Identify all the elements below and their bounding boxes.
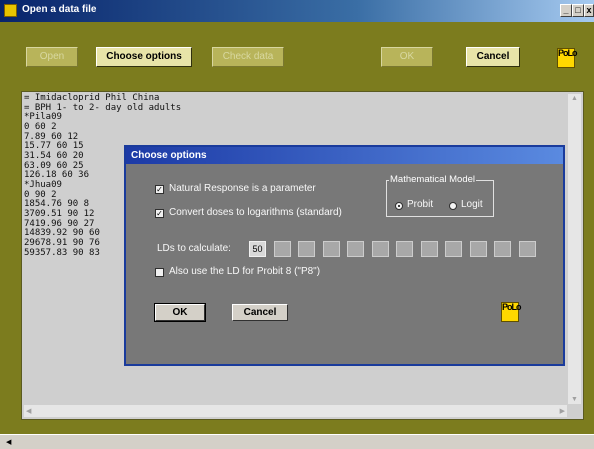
convert-doses-checkbox[interactable]: ✓ — [155, 209, 164, 218]
open-button[interactable]: Open — [26, 47, 78, 67]
window-title: Open a data file — [22, 4, 97, 15]
check-mark-icon: ✓ — [156, 209, 163, 218]
ok-button[interactable]: OK — [381, 47, 433, 67]
check-data-button[interactable]: Check data — [212, 47, 284, 67]
ld-input[interactable] — [469, 241, 487, 257]
ld-input[interactable] — [420, 241, 438, 257]
minimize-button[interactable]: _ — [560, 4, 572, 17]
natural-response-label: Natural Response is a parameter — [169, 183, 316, 194]
ld-input[interactable] — [518, 241, 536, 257]
ld-input[interactable] — [298, 241, 315, 257]
dialog-ok-button[interactable]: OK — [154, 303, 206, 322]
title-bar[interactable]: Open a data file _ □ x — [0, 0, 594, 22]
choose-options-dialog: Choose options ✓ Natural Response is a p… — [124, 145, 565, 366]
scroll-right-icon[interactable]: ▶ — [560, 407, 565, 415]
math-model-group-label: Mathematical Model — [389, 174, 477, 185]
scroll-left-icon[interactable]: ◀ — [26, 407, 31, 415]
check-mark-icon: ✓ — [156, 185, 163, 194]
ld-input[interactable]: 50 — [249, 241, 266, 257]
logit-radio[interactable] — [449, 202, 457, 210]
ld-input[interactable] — [396, 241, 413, 257]
horizontal-scrollbar[interactable]: ◀ ▶ — [24, 405, 567, 417]
logit-label: Logit — [461, 199, 483, 210]
convert-doses-label: Convert doses to logarithms (standard) — [169, 207, 342, 218]
probit-radio[interactable] — [395, 202, 403, 210]
window-horizontal-scrollbar[interactable]: ◀ — [0, 434, 594, 449]
ld-input[interactable] — [494, 241, 511, 257]
scroll-down-icon[interactable]: ▼ — [571, 396, 578, 403]
close-button[interactable]: x — [584, 4, 594, 17]
maximize-button[interactable]: □ — [572, 4, 584, 17]
probit8-checkbox[interactable] — [155, 268, 164, 277]
cancel-button[interactable]: Cancel — [466, 47, 520, 67]
natural-response-checkbox[interactable]: ✓ — [155, 185, 164, 194]
ld-input[interactable] — [347, 241, 364, 257]
dialog-title[interactable]: Choose options — [126, 147, 563, 164]
choose-options-button[interactable]: Choose options — [96, 47, 192, 67]
probit8-label: Also use the LD for Probit 8 ("P8") — [169, 266, 321, 277]
vertical-scrollbar[interactable]: ▲ ▼ — [568, 94, 581, 404]
polo-logo: PoLo — [557, 48, 578, 68]
dialog-polo-logo: PoLo — [501, 302, 522, 322]
probit-label: Probit — [407, 199, 434, 210]
window-scroll-left-icon[interactable]: ◀ — [6, 438, 11, 446]
dialog-cancel-button[interactable]: Cancel — [232, 304, 288, 321]
scroll-up-icon[interactable]: ▲ — [571, 95, 578, 102]
ld-input[interactable] — [273, 241, 291, 257]
lds-label: LDs to calculate: — [157, 243, 231, 254]
ld-input[interactable] — [371, 241, 389, 257]
ld-input[interactable] — [445, 241, 462, 257]
app-icon — [4, 4, 17, 17]
ld-input[interactable] — [322, 241, 340, 257]
